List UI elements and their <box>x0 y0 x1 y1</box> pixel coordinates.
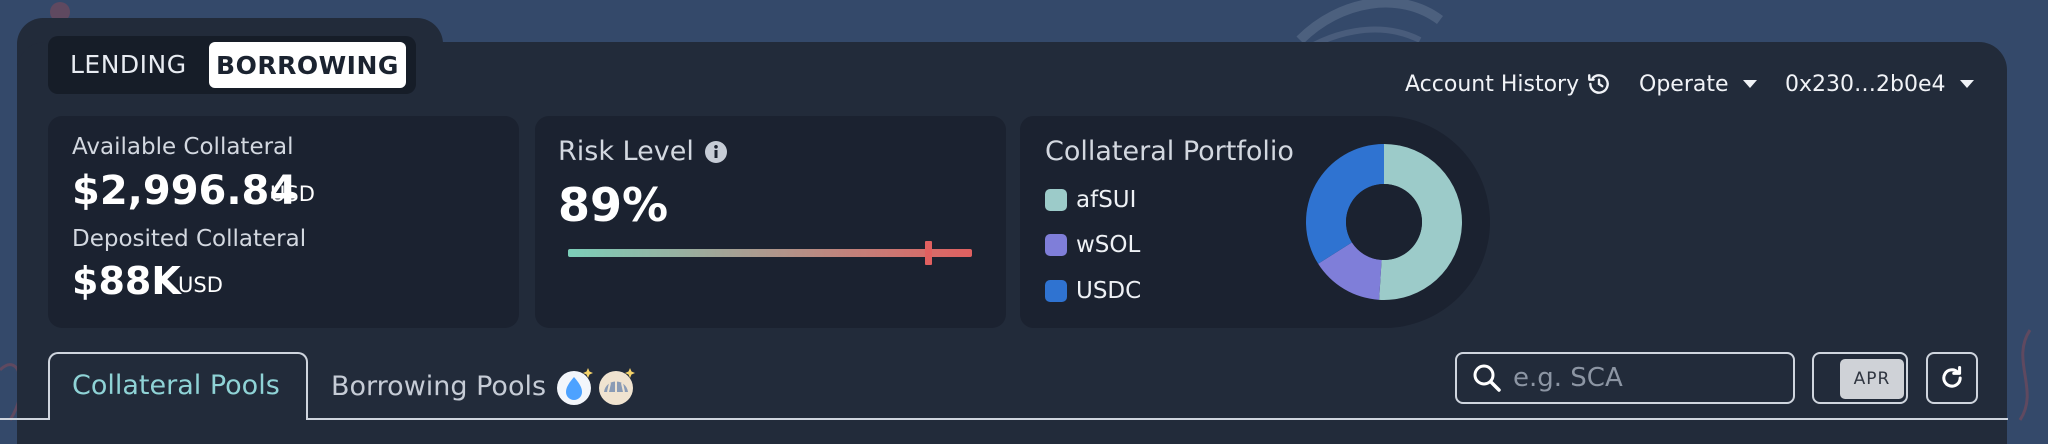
risk-level-marker <box>924 241 932 265</box>
legend-item: afSUI <box>1045 187 1136 213</box>
tab-borrowing-pools-label: Borrowing Pools <box>331 370 547 402</box>
tab-borrowing-pools[interactable]: Borrowing Pools <box>331 366 636 406</box>
apr-toggle[interactable]: APR <box>1812 352 1908 404</box>
legend-item: wSOL <box>1045 232 1140 258</box>
available-collateral-label: Available Collateral <box>72 134 294 160</box>
lending-mode-button[interactable]: LENDING <box>70 48 187 82</box>
search-input[interactable] <box>1511 362 1775 394</box>
deposited-collateral-label: Deposited Collateral <box>72 226 307 252</box>
risk-level-bar <box>568 249 972 257</box>
deposited-collateral-value: $88K <box>72 259 181 303</box>
account-history-label: Account History <box>1405 71 1580 97</box>
wallet-address: 0x230…2b0e4 <box>1785 71 1946 97</box>
available-collateral-value: $2,996.84 <box>72 168 298 214</box>
refresh-button[interactable] <box>1926 352 1978 404</box>
risk-level-label: Risk Level <box>558 136 694 167</box>
wallet-dropdown[interactable]: 0x230…2b0e4 <box>1785 68 1976 100</box>
history-icon <box>1588 74 1609 94</box>
refresh-icon <box>1942 365 1962 388</box>
chevron-down-icon <box>1742 80 1757 88</box>
chevron-down-icon <box>1959 80 1974 88</box>
legend-swatch-wsol <box>1045 234 1067 256</box>
apr-toggle-label[interactable]: APR <box>1840 359 1904 399</box>
info-icon[interactable] <box>704 140 728 164</box>
risk-level-value: 89% <box>558 178 669 232</box>
tab-collateral-pools[interactable]: Collateral Pools <box>48 352 308 420</box>
collateral-portfolio-title: Collateral Portfolio <box>1045 136 1294 167</box>
legend-label: USDC <box>1076 278 1142 304</box>
legend-label: wSOL <box>1076 232 1141 258</box>
search-box <box>1455 352 1795 404</box>
legend-label: afSUI <box>1076 187 1137 213</box>
tab-collateral-pools-label: Collateral Pools <box>72 370 280 401</box>
borrowing-mode-button[interactable]: BORROWING <box>209 42 406 88</box>
tab-divider <box>308 418 2008 420</box>
operate-label: Operate <box>1639 71 1729 97</box>
available-collateral-unit: USD <box>270 182 315 206</box>
operate-dropdown[interactable]: Operate <box>1639 68 1759 100</box>
collateral-card: Available Collateral $2,996.84 USD Depos… <box>48 116 519 328</box>
legend-swatch-usdc <box>1045 280 1067 302</box>
portfolio-donut-chart <box>1306 144 1463 300</box>
risk-level-card: Risk Level 89% <box>535 116 1006 328</box>
legend-item: USDC <box>1045 278 1141 304</box>
search-icon <box>1473 364 1501 392</box>
account-history-link[interactable]: Account History <box>1405 68 1612 100</box>
donut-hole <box>1346 184 1422 260</box>
deposited-collateral-unit: USD <box>178 273 223 297</box>
tab-divider <box>0 418 48 420</box>
sui-token-icon <box>557 368 594 405</box>
scallop-token-icon <box>599 368 636 405</box>
legend-swatch-afsui <box>1045 189 1067 211</box>
